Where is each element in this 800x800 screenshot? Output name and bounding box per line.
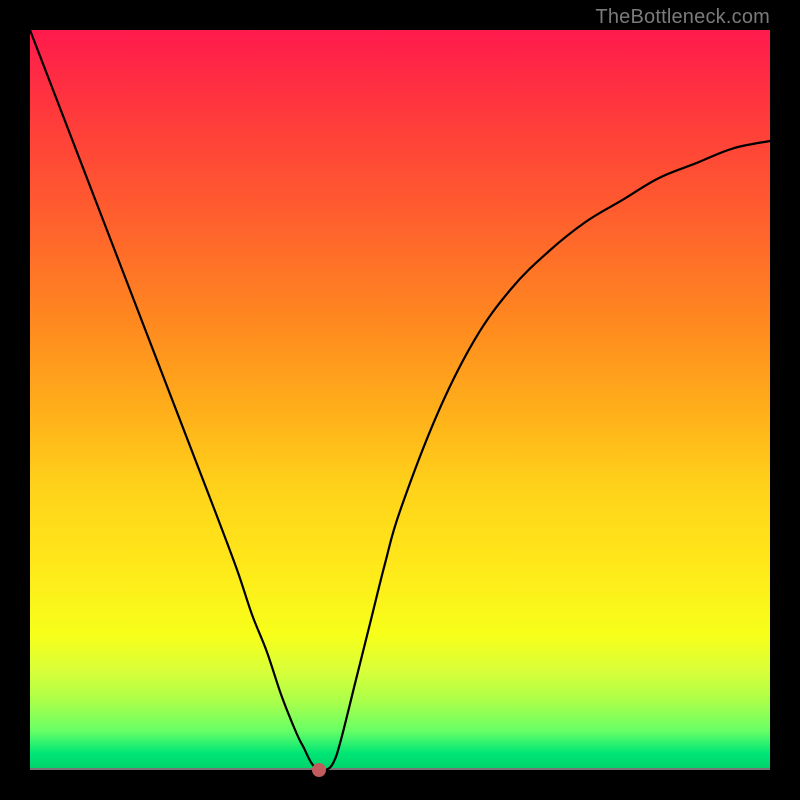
minimum-marker-dot	[312, 763, 326, 777]
bottleneck-curve	[30, 30, 770, 770]
bottleneck-curve-svg	[30, 30, 770, 770]
watermark-text: TheBottleneck.com	[595, 6, 770, 29]
chart-frame: TheBottleneck.com	[0, 0, 800, 800]
plot-area	[30, 30, 770, 770]
